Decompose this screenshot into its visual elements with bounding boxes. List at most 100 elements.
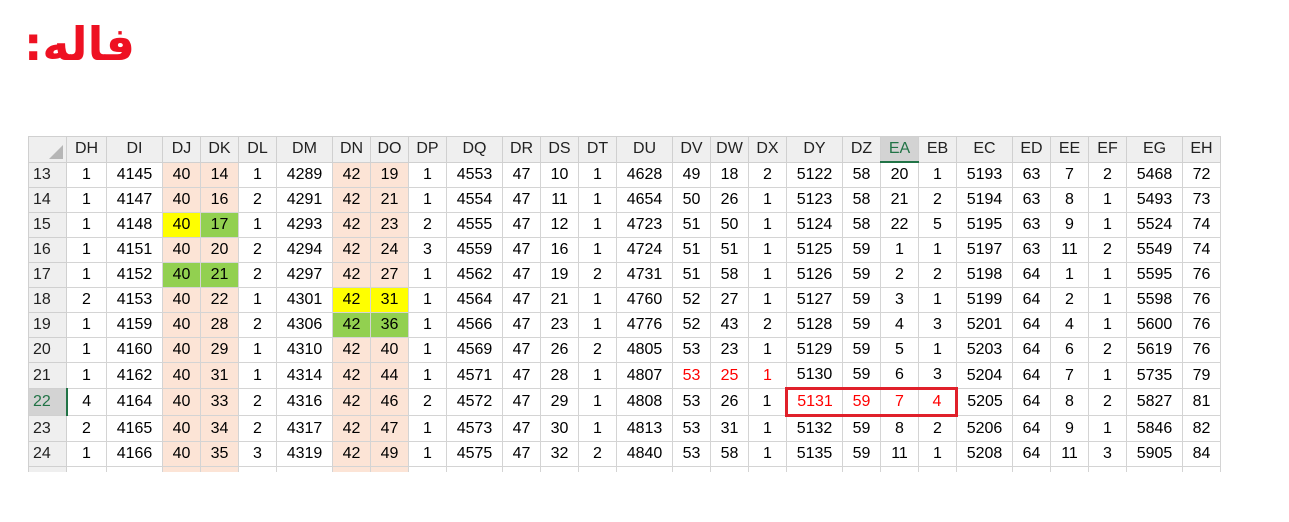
cell-eb14[interactable]: 2 [918,187,957,213]
cell-ef20[interactable]: 2 [1088,337,1127,363]
cell-ec20[interactable]: 5203 [956,337,1013,363]
cell-eg20[interactable]: 5619 [1126,337,1183,363]
cell-dj25[interactable]: 40 [162,466,201,472]
cell-eh16[interactable]: 74 [1182,237,1221,263]
column-header-dq[interactable]: DQ [446,136,503,163]
cell-dy15[interactable]: 5124 [786,212,843,238]
column-header-dt[interactable]: DT [578,136,617,163]
cell-ea23[interactable]: 8 [880,415,919,442]
cell-ee24[interactable]: 11 [1050,441,1089,467]
column-header-ec[interactable]: EC [956,136,1013,163]
cell-dl13[interactable]: 1 [238,161,277,188]
cell-do23[interactable]: 47 [370,415,409,442]
cell-dh25[interactable]: 1 [66,466,107,472]
cell-dq21[interactable]: 4571 [446,362,503,389]
cell-ec15[interactable]: 5195 [956,212,1013,238]
cell-ee13[interactable]: 7 [1050,161,1089,188]
cell-di20[interactable]: 4160 [106,337,163,363]
cell-dw16[interactable]: 51 [710,237,749,263]
cell-dy25[interactable]: 5137 [786,466,843,472]
cell-dm17[interactable]: 4297 [276,262,333,288]
cell-dy14[interactable]: 5123 [786,187,843,213]
cell-ef16[interactable]: 2 [1088,237,1127,263]
cell-dj19[interactable]: 40 [162,312,201,338]
cell-dx19[interactable]: 2 [748,312,787,338]
cell-do18[interactable]: 31 [370,287,409,313]
cell-ef17[interactable]: 1 [1088,262,1127,288]
cell-dy16[interactable]: 5125 [786,237,843,263]
cell-ef13[interactable]: 2 [1088,161,1127,188]
cell-dv19[interactable]: 52 [672,312,711,338]
cell-dq16[interactable]: 4559 [446,237,503,263]
row-header[interactable]: 15 [28,212,67,238]
cell-dr19[interactable]: 47 [502,312,541,338]
cell-ds23[interactable]: 30 [540,415,579,442]
cell-dk13[interactable]: 14 [200,161,239,188]
cell-dp18[interactable]: 1 [408,287,447,313]
cell-dn24[interactable]: 42 [332,441,371,467]
cell-dv24[interactable]: 53 [672,441,711,467]
cell-dh15[interactable]: 1 [66,212,107,238]
row-header[interactable]: 17 [28,262,67,288]
spreadsheet-grid[interactable]: DH DI DJ DK DL DM DN DO DP DQ DR DS DT DU DV DW DX DY DZ EA… [28,136,1236,472]
cell-eg25[interactable]: 5915 [1126,466,1183,472]
cell-ea19[interactable]: 4 [880,312,919,338]
cell-ds16[interactable]: 16 [540,237,579,263]
cell-ee23[interactable]: 9 [1050,415,1089,442]
cell-dv20[interactable]: 53 [672,337,711,363]
cell-dx18[interactable]: 1 [748,287,787,313]
cell-di23[interactable]: 4165 [106,415,163,442]
cell-ef15[interactable]: 1 [1088,212,1127,238]
cell-eh24[interactable]: 84 [1182,441,1221,467]
cell-ef19[interactable]: 1 [1088,312,1127,338]
cell-di17[interactable]: 4152 [106,262,163,288]
cell-dj13[interactable]: 40 [162,161,201,188]
cell-dh16[interactable]: 1 [66,237,107,263]
cell-di14[interactable]: 4147 [106,187,163,213]
cell-di16[interactable]: 4151 [106,237,163,263]
cell-eg21[interactable]: 5735 [1126,362,1183,389]
cell-dz22[interactable]: 59 [842,387,881,417]
cell-dm16[interactable]: 4294 [276,237,333,263]
cell-eg13[interactable]: 5468 [1126,161,1183,188]
cell-dm21[interactable]: 4314 [276,362,333,389]
cell-eb23[interactable]: 2 [918,415,957,442]
cell-dk22[interactable]: 33 [200,388,239,416]
column-header-ee[interactable]: EE [1050,136,1089,163]
cell-di13[interactable]: 4145 [106,161,163,188]
cell-dx22[interactable]: 1 [748,388,787,416]
row-header[interactable]: 16 [28,237,67,263]
cell-du14[interactable]: 4654 [616,187,673,213]
cell-dz14[interactable]: 58 [842,187,881,213]
cell-eh18[interactable]: 76 [1182,287,1221,313]
cell-dp25[interactable]: 1 [408,466,447,472]
cell-dv16[interactable]: 51 [672,237,711,263]
cell-eb22[interactable]: 4 [918,387,958,417]
column-header-dk[interactable]: DK [200,136,239,163]
cell-du17[interactable]: 4731 [616,262,673,288]
cell-di22[interactable]: 4164 [106,388,163,416]
cell-ds13[interactable]: 10 [540,161,579,188]
cell-eb21[interactable]: 3 [918,362,957,389]
cell-eh13[interactable]: 72 [1182,161,1221,188]
column-header-ed[interactable]: ED [1012,136,1051,163]
cell-dq14[interactable]: 4554 [446,187,503,213]
row-header[interactable]: 21 [28,362,67,389]
cell-dv14[interactable]: 50 [672,187,711,213]
cell-dv15[interactable]: 51 [672,212,711,238]
column-header-dh[interactable]: DH [66,136,107,163]
row-header[interactable]: 25 [28,466,67,472]
cell-ed15[interactable]: 63 [1012,212,1051,238]
cell-dw14[interactable]: 26 [710,187,749,213]
row-header[interactable]: 19 [28,312,67,338]
cell-dp17[interactable]: 1 [408,262,447,288]
cell-dp14[interactable]: 1 [408,187,447,213]
cell-dl19[interactable]: 2 [238,312,277,338]
cell-dl15[interactable]: 1 [238,212,277,238]
cell-dp20[interactable]: 1 [408,337,447,363]
row-header[interactable]: 14 [28,187,67,213]
cell-do16[interactable]: 24 [370,237,409,263]
cell-dz24[interactable]: 59 [842,441,881,467]
cell-dz17[interactable]: 59 [842,262,881,288]
cell-eb20[interactable]: 1 [918,337,957,363]
